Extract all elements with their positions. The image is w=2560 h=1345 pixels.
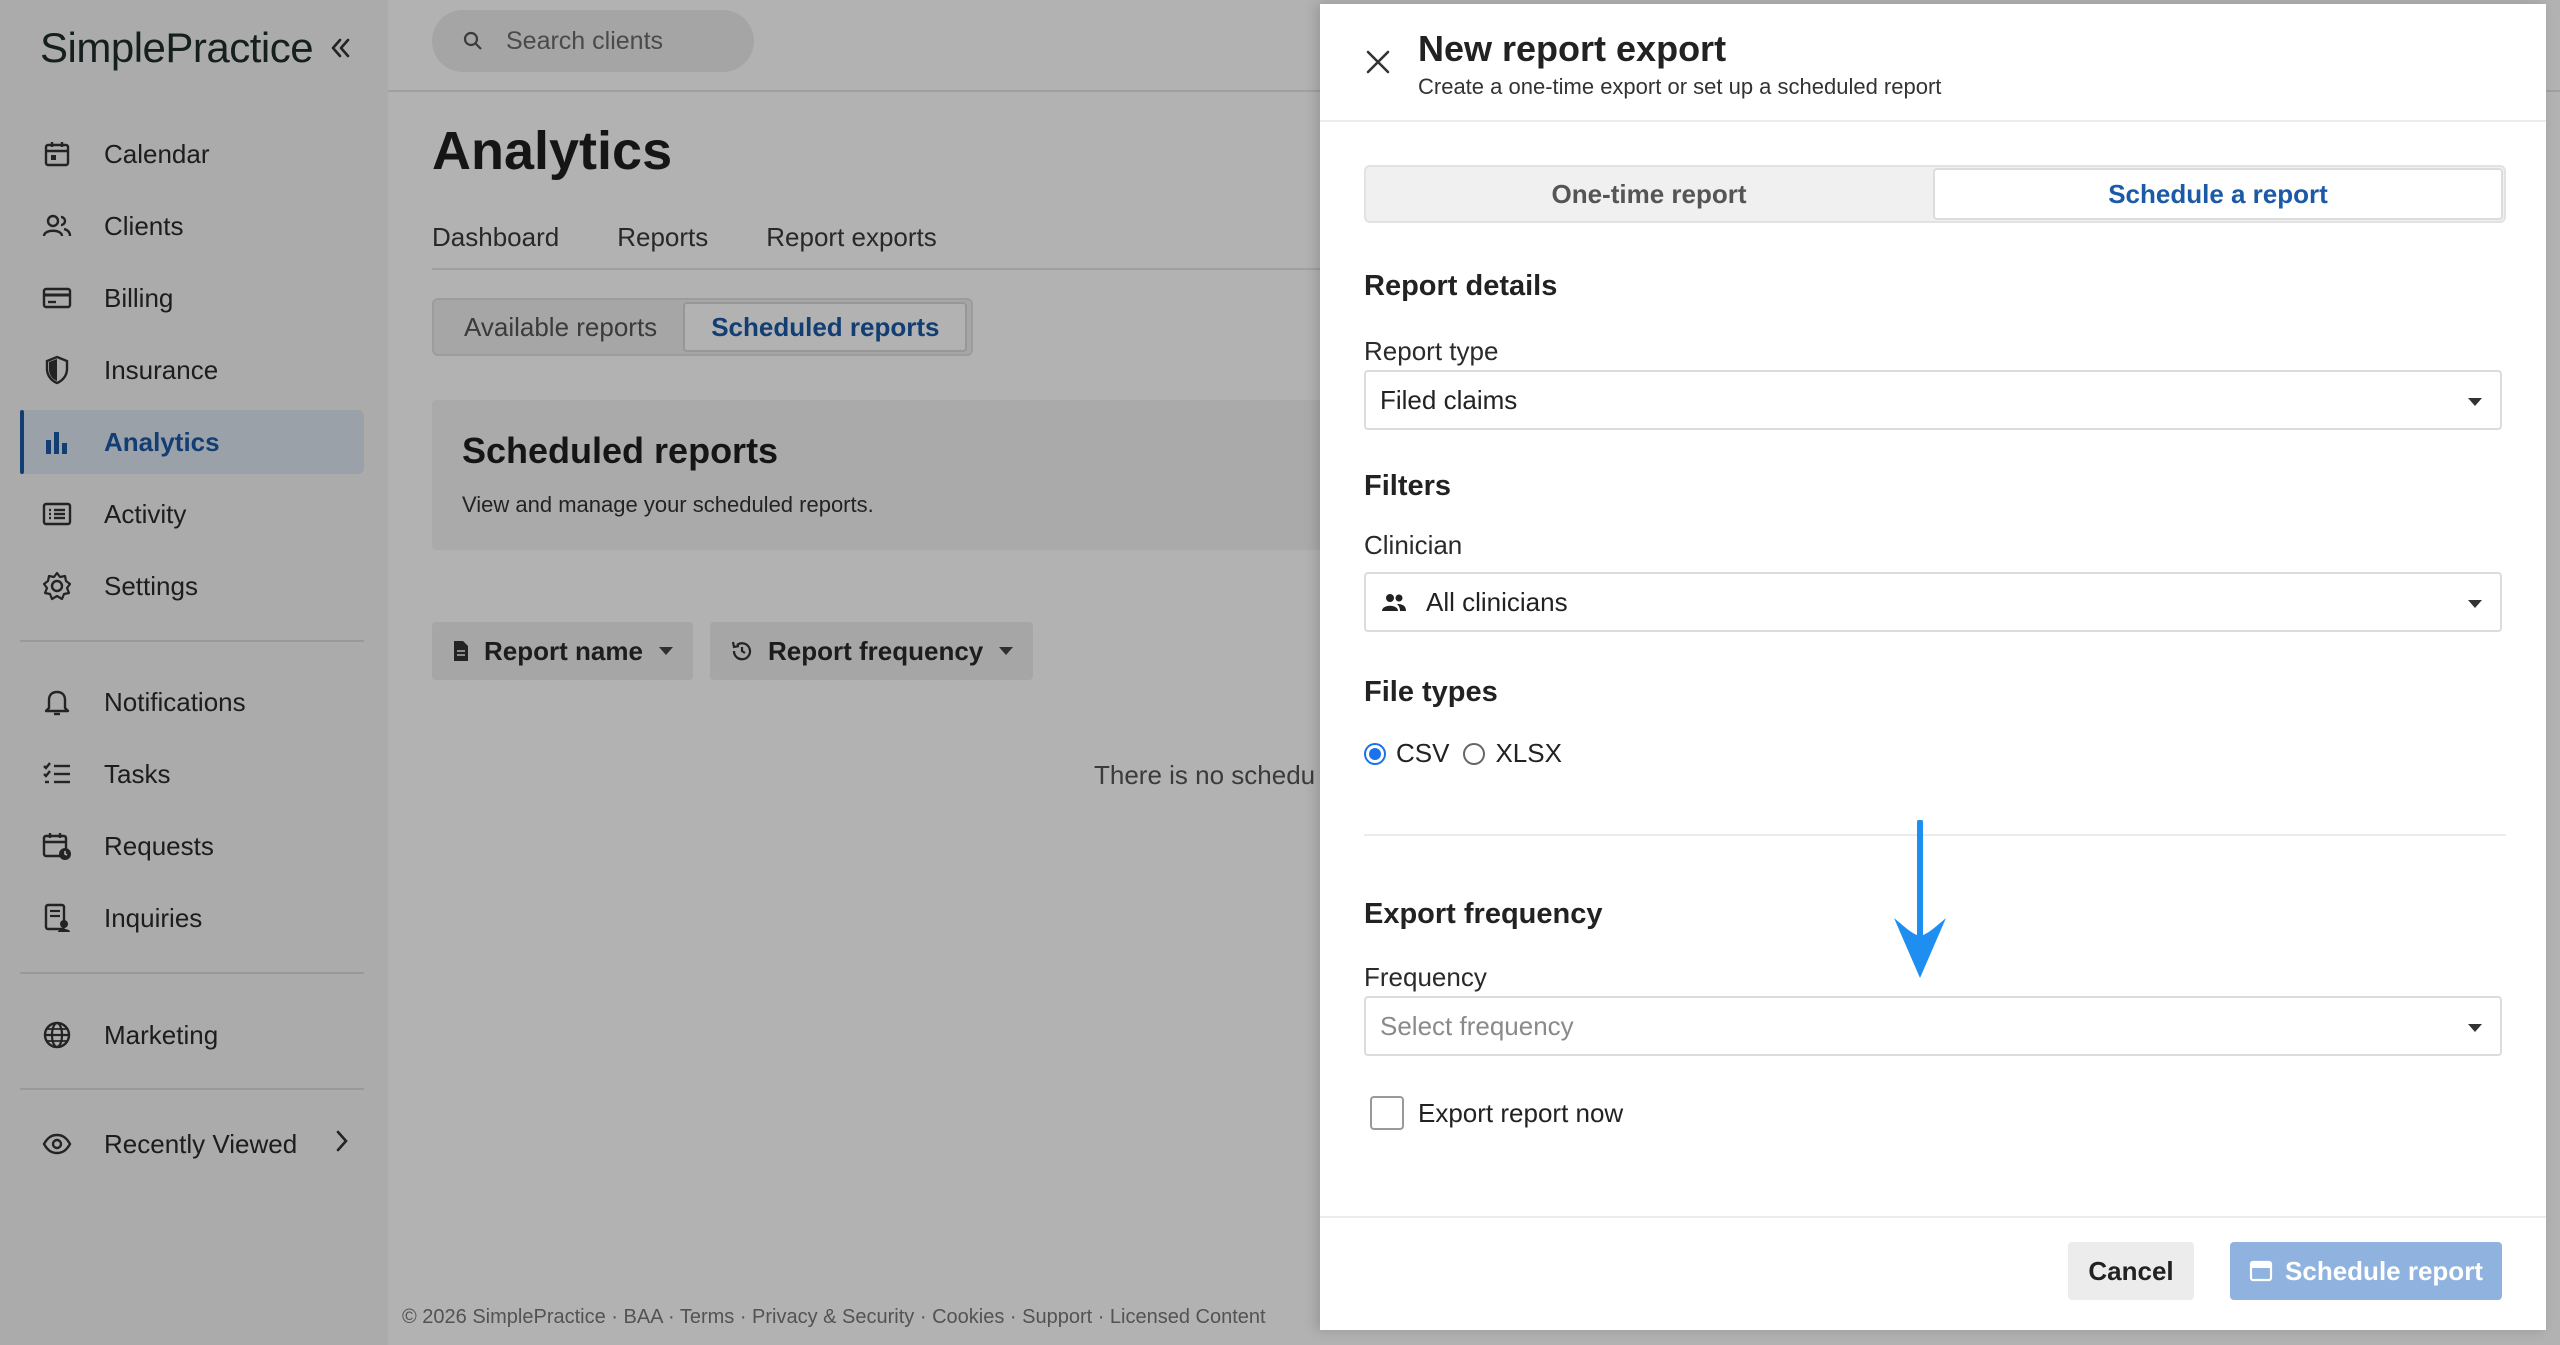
close-button[interactable] <box>1360 44 1396 80</box>
report-mode-tabs: One-time report Schedule a report <box>1364 165 2506 223</box>
clinician-value: All clinicians <box>1426 586 1568 617</box>
file-type-radio-group: CSV XLSX <box>1364 738 1576 769</box>
drawer-header: New report export Create a one-time expo… <box>1320 4 2546 122</box>
drawer-subtitle: Create a one-time export or set up a sch… <box>1418 74 1942 99</box>
report-type-select[interactable]: Filed claims <box>1364 370 2502 430</box>
export-now-label[interactable]: Export report now <box>1418 1098 1623 1129</box>
cancel-button[interactable]: Cancel <box>2068 1242 2194 1300</box>
frequency-select[interactable]: Select frequency <box>1364 996 2502 1056</box>
drawer-footer-divider <box>1320 1216 2546 1218</box>
tab-one-time-report[interactable]: One-time report <box>1366 167 1932 221</box>
app-window: SimplePractice Calendar Clients Billing … <box>0 0 2560 1345</box>
xlsx-radio-label[interactable]: XLSX <box>1495 738 1562 769</box>
caret-down-icon <box>2468 398 2482 406</box>
xlsx-radio[interactable] <box>1463 742 1486 765</box>
csv-radio[interactable] <box>1364 742 1386 765</box>
export-now-checkbox-row: Export report now <box>1370 1096 1623 1130</box>
frequency-label: Frequency <box>1364 962 1487 992</box>
csv-radio-label[interactable]: CSV <box>1396 738 1449 769</box>
calendar-icon <box>2249 1260 2273 1282</box>
clinician-select[interactable]: All clinicians <box>1364 572 2502 632</box>
report-type-value: Filed claims <box>1380 384 1518 415</box>
drawer-title: New report export <box>1418 28 1727 69</box>
close-icon <box>1366 50 1390 74</box>
report-type-label: Report type <box>1364 336 1499 366</box>
schedule-report-label: Schedule report <box>2285 1255 2483 1286</box>
clinician-label: Clinician <box>1364 530 1463 560</box>
filters-heading: Filters <box>1364 470 1452 502</box>
caret-down-icon <box>2468 1024 2482 1032</box>
export-frequency-heading: Export frequency <box>1364 898 1603 930</box>
caret-down-icon <box>2468 600 2482 608</box>
annotation-arrow-down-icon <box>1894 820 1946 978</box>
schedule-report-button[interactable]: Schedule report <box>2230 1242 2502 1300</box>
new-report-export-drawer: New report export Create a one-time expo… <box>1320 4 2546 1330</box>
report-details-heading: Report details <box>1364 270 1558 302</box>
export-now-checkbox[interactable] <box>1370 1096 1404 1130</box>
file-types-heading: File types <box>1364 676 1498 708</box>
tab-schedule-a-report[interactable]: Schedule a report <box>1933 168 2503 220</box>
people-icon <box>1380 591 1408 613</box>
frequency-placeholder: Select frequency <box>1380 1010 1574 1041</box>
